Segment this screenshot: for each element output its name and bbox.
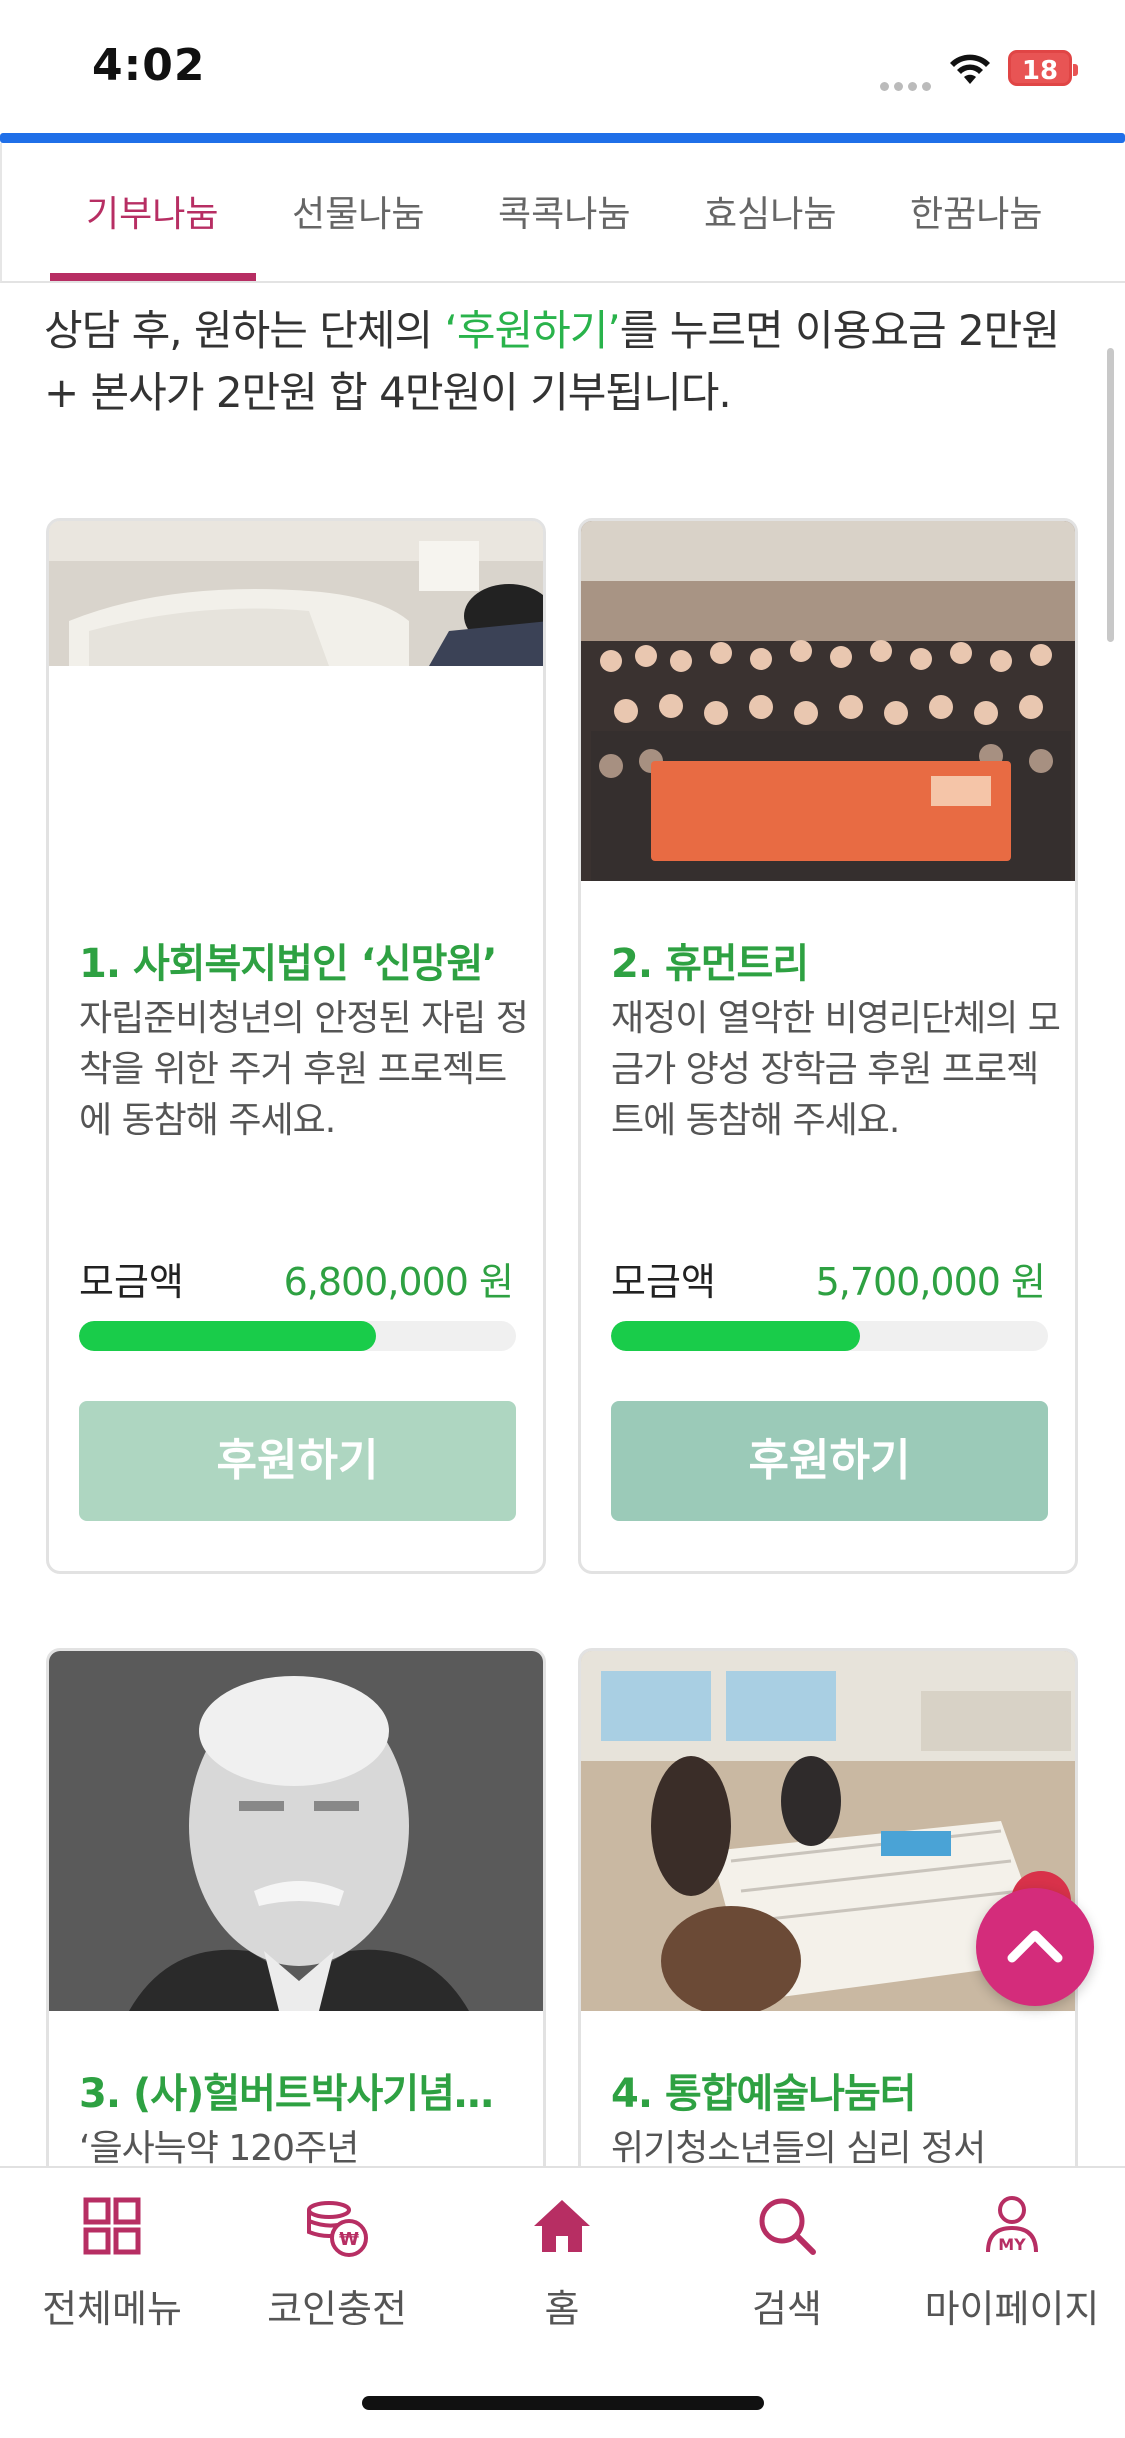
tab-dream[interactable]: 한꿈나눔 xyxy=(910,185,1042,237)
page-load-bar xyxy=(0,133,1125,143)
nav-label: 코인충전 xyxy=(267,2287,407,2331)
active-tab-indicator xyxy=(50,273,256,281)
signal-dots-icon xyxy=(880,76,936,95)
nav-coin-charge[interactable]: ₩ 코인충전 xyxy=(237,2188,437,2333)
amount-value: 5,700,000 원 xyxy=(815,1260,1046,1304)
home-icon xyxy=(534,2200,590,2252)
amount-value: 6,800,000 원 xyxy=(283,1260,514,1304)
scroll-top-button[interactable] xyxy=(976,1888,1094,2006)
donate-button[interactable]: 후원하기 xyxy=(611,1401,1048,1521)
tab-donation[interactable]: 기부나눔 xyxy=(86,185,218,237)
intro-highlight: ‘후원하기’ xyxy=(444,306,621,355)
home-indicator xyxy=(362,2396,764,2410)
nav-all-menu[interactable]: 전체메뉴 xyxy=(12,2188,212,2333)
grid-icon xyxy=(83,2197,141,2255)
amount-label: 모금액 xyxy=(79,1260,184,1304)
card-title: 2. 휴먼트리 xyxy=(611,941,809,987)
intro-text: 상담 후, 원하는 단체의 ‘후원하기’를 누르면 이용요금 2만원 + 본사가… xyxy=(44,306,1060,417)
category-tabs: 기부나눔 선물나눔 콕콕나눔 효심나눔 한꿈나눔 xyxy=(0,143,1125,283)
card-image xyxy=(581,521,1075,881)
search-icon xyxy=(759,2198,816,2255)
donation-card[interactable]: 1. 사회복지법인 ‘신망원’ 자립준비청년의 안정된 자립 정착을 위한 주거… xyxy=(46,518,546,1574)
battery-icon: 18 xyxy=(1008,50,1078,86)
wifi-icon xyxy=(950,54,990,84)
svg-text:MY: MY xyxy=(998,2235,1026,2254)
donate-button[interactable]: 후원하기 xyxy=(79,1401,516,1521)
nav-label: 검색 xyxy=(752,2287,822,2331)
nav-label: 마이페이지 xyxy=(924,2287,1100,2331)
coin-charge-icon: ₩ xyxy=(307,2201,368,2257)
card-description: 자립준비청년의 안정된 자립 정착을 위한 주거 후원 프로젝트에 동참해 주세… xyxy=(79,998,529,1141)
nav-home[interactable]: 홈 xyxy=(462,2188,662,2333)
svg-text:₩: ₩ xyxy=(339,2229,359,2250)
fundraising-progress xyxy=(79,1321,516,1351)
nav-my-page[interactable]: MY 마이페이지 xyxy=(912,2188,1112,2333)
progress-fill xyxy=(79,1321,377,1351)
card-title: 3. (사)헐버트박사기념… xyxy=(79,2071,494,2117)
nav-search[interactable]: 검색 xyxy=(687,2188,887,2333)
card-title: 4. 통합예술나눔터 xyxy=(611,2071,917,2117)
progress-fill xyxy=(611,1321,861,1351)
tab-kokkok[interactable]: 콕콕나눔 xyxy=(498,185,630,237)
fundraising-progress xyxy=(611,1321,1048,1351)
tab-filial[interactable]: 효심나눔 xyxy=(704,185,836,237)
scrollbar[interactable] xyxy=(1107,348,1114,642)
card-image xyxy=(49,1651,543,2011)
amount-label: 모금액 xyxy=(611,1260,716,1304)
nav-label: 전체메뉴 xyxy=(42,2287,182,2331)
tab-gift[interactable]: 선물나눔 xyxy=(292,185,424,237)
nav-label: 홈 xyxy=(544,2287,580,2331)
status-bar: 4:02 18 xyxy=(0,0,1125,134)
status-time: 4:02 xyxy=(92,40,206,91)
my-page-icon: MY xyxy=(986,2196,1038,2254)
chevron-up-icon xyxy=(1007,1930,1063,1963)
donation-card[interactable]: 3. (사)헐버트박사기념… ‘을사늑약 120주년 xyxy=(46,1648,546,2248)
card-image xyxy=(49,521,543,881)
card-title: 1. 사회복지법인 ‘신망원’ xyxy=(79,941,497,987)
donation-card[interactable]: 2. 휴먼트리 재정이 열악한 비영리단체의 모금가 양성 장학금 후원 프로젝… xyxy=(578,518,1078,1574)
card-description: 재정이 열악한 비영리단체의 모금가 양성 장학금 후원 프로젝트에 동참해 주… xyxy=(611,998,1061,1141)
